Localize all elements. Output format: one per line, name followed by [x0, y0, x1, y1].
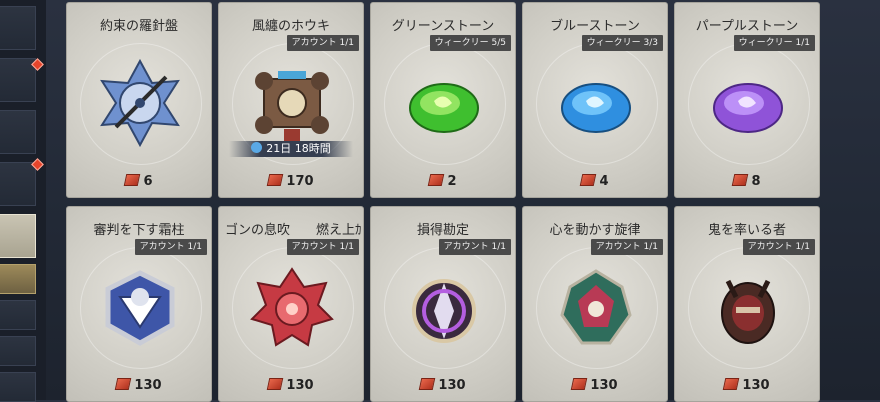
item-price: 170	[219, 174, 363, 189]
item-price: 6	[67, 174, 211, 189]
ticket-icon	[267, 174, 284, 186]
item-name: 鬼を率いる者	[707, 223, 786, 238]
item-name: 約束の羅針盤	[99, 19, 178, 34]
broom-icon	[242, 53, 342, 153]
ticket-icon	[115, 378, 132, 390]
sidebar-tab-8[interactable]	[0, 336, 36, 366]
item-name: ゴンの息吹 燃え上ｶ	[225, 223, 362, 238]
shop-item-card[interactable]: 損得勘定 アカウント 1/1 130	[370, 206, 516, 402]
item-price: 130	[67, 378, 211, 393]
ticket-icon	[723, 378, 740, 390]
shop-item-card[interactable]: ゴンの息吹 燃え上ｶ アカウント 1/1 130	[218, 206, 364, 402]
sale-timer: 21日 18時間	[229, 141, 353, 157]
ticket-icon	[267, 378, 284, 390]
item-name: 審判を下す霜柱	[93, 223, 185, 238]
item-price: 4	[523, 174, 667, 189]
purchase-limit-badge: ウィークリー 1/1	[733, 35, 815, 51]
sidebar-tab-4[interactable]	[0, 162, 36, 206]
sidebar-tab-5-active[interactable]	[0, 214, 36, 258]
item-name: グリーンストーン	[391, 19, 495, 34]
item-price: 130	[523, 378, 667, 393]
item-name: 風纏のホウキ	[251, 19, 330, 34]
green-stone-icon	[394, 53, 494, 153]
item-price: 130	[371, 378, 515, 393]
item-name: 損得勘定	[416, 223, 469, 238]
ticket-icon	[124, 174, 141, 186]
flame-emblem-icon	[242, 257, 342, 357]
item-price: 130	[219, 378, 363, 393]
sidebar-tab-9[interactable]	[0, 372, 36, 402]
shop-item-card[interactable]: ブルーストーン ウィークリー 3/3 4	[522, 2, 668, 198]
item-price: 2	[371, 174, 515, 189]
shop-item-card[interactable]: 約束の羅針盤 6	[66, 2, 212, 198]
sidebar-tab-1[interactable]	[0, 6, 36, 50]
purple-stone-icon	[698, 53, 798, 153]
ticket-icon	[571, 378, 588, 390]
purchase-limit-badge: ウィークリー 3/3	[581, 35, 663, 51]
oni-emblem-icon	[698, 257, 798, 357]
clock-icon	[251, 142, 263, 153]
shop-item-card[interactable]: 鬼を率いる者 アカウント 1/1 130	[674, 206, 820, 402]
purchase-limit-badge: アカウント 1/1	[590, 239, 663, 255]
purchase-limit-badge: ウィークリー 5/5	[429, 35, 511, 51]
ticket-icon	[732, 174, 749, 186]
sidebar	[0, 0, 46, 402]
sidebar-tab-3[interactable]	[0, 110, 36, 154]
sidebar-tab-7[interactable]	[0, 300, 36, 330]
ticket-icon	[580, 174, 597, 186]
shop-item-card[interactable]: グリーンストーン ウィークリー 5/5 2	[370, 2, 516, 198]
item-price: 130	[675, 378, 819, 393]
blue-stone-icon	[546, 53, 646, 153]
shop-item-card[interactable]: パープルストーン ウィークリー 1/1 8	[674, 2, 820, 198]
ticket-icon	[428, 174, 445, 186]
ticket-icon	[419, 378, 436, 390]
item-price: 8	[675, 174, 819, 189]
frost-emblem-icon	[90, 257, 190, 357]
item-name: 心を動かす旋律	[549, 223, 641, 238]
shop-item-card[interactable]: 風纏のホウキ アカウント 1/1 21日 18時間 170	[218, 2, 364, 198]
sidebar-tab-6[interactable]	[0, 264, 36, 294]
purple-emblem-icon	[394, 257, 494, 357]
item-name: ブルーストーン	[550, 19, 640, 34]
purchase-limit-badge: アカウント 1/1	[286, 35, 359, 51]
purchase-limit-badge: アカウント 1/1	[742, 239, 815, 255]
melody-emblem-icon	[546, 257, 646, 357]
compass-icon	[90, 53, 190, 153]
shop-item-card[interactable]: 心を動かす旋律 アカウント 1/1 130	[522, 206, 668, 402]
purchase-limit-badge: アカウント 1/1	[286, 239, 359, 255]
shop-item-card[interactable]: 審判を下す霜柱 アカウント 1/1 130	[66, 206, 212, 402]
purchase-limit-badge: アカウント 1/1	[134, 239, 207, 255]
purchase-limit-badge: アカウント 1/1	[438, 239, 511, 255]
item-name: パープルストーン	[695, 19, 799, 34]
